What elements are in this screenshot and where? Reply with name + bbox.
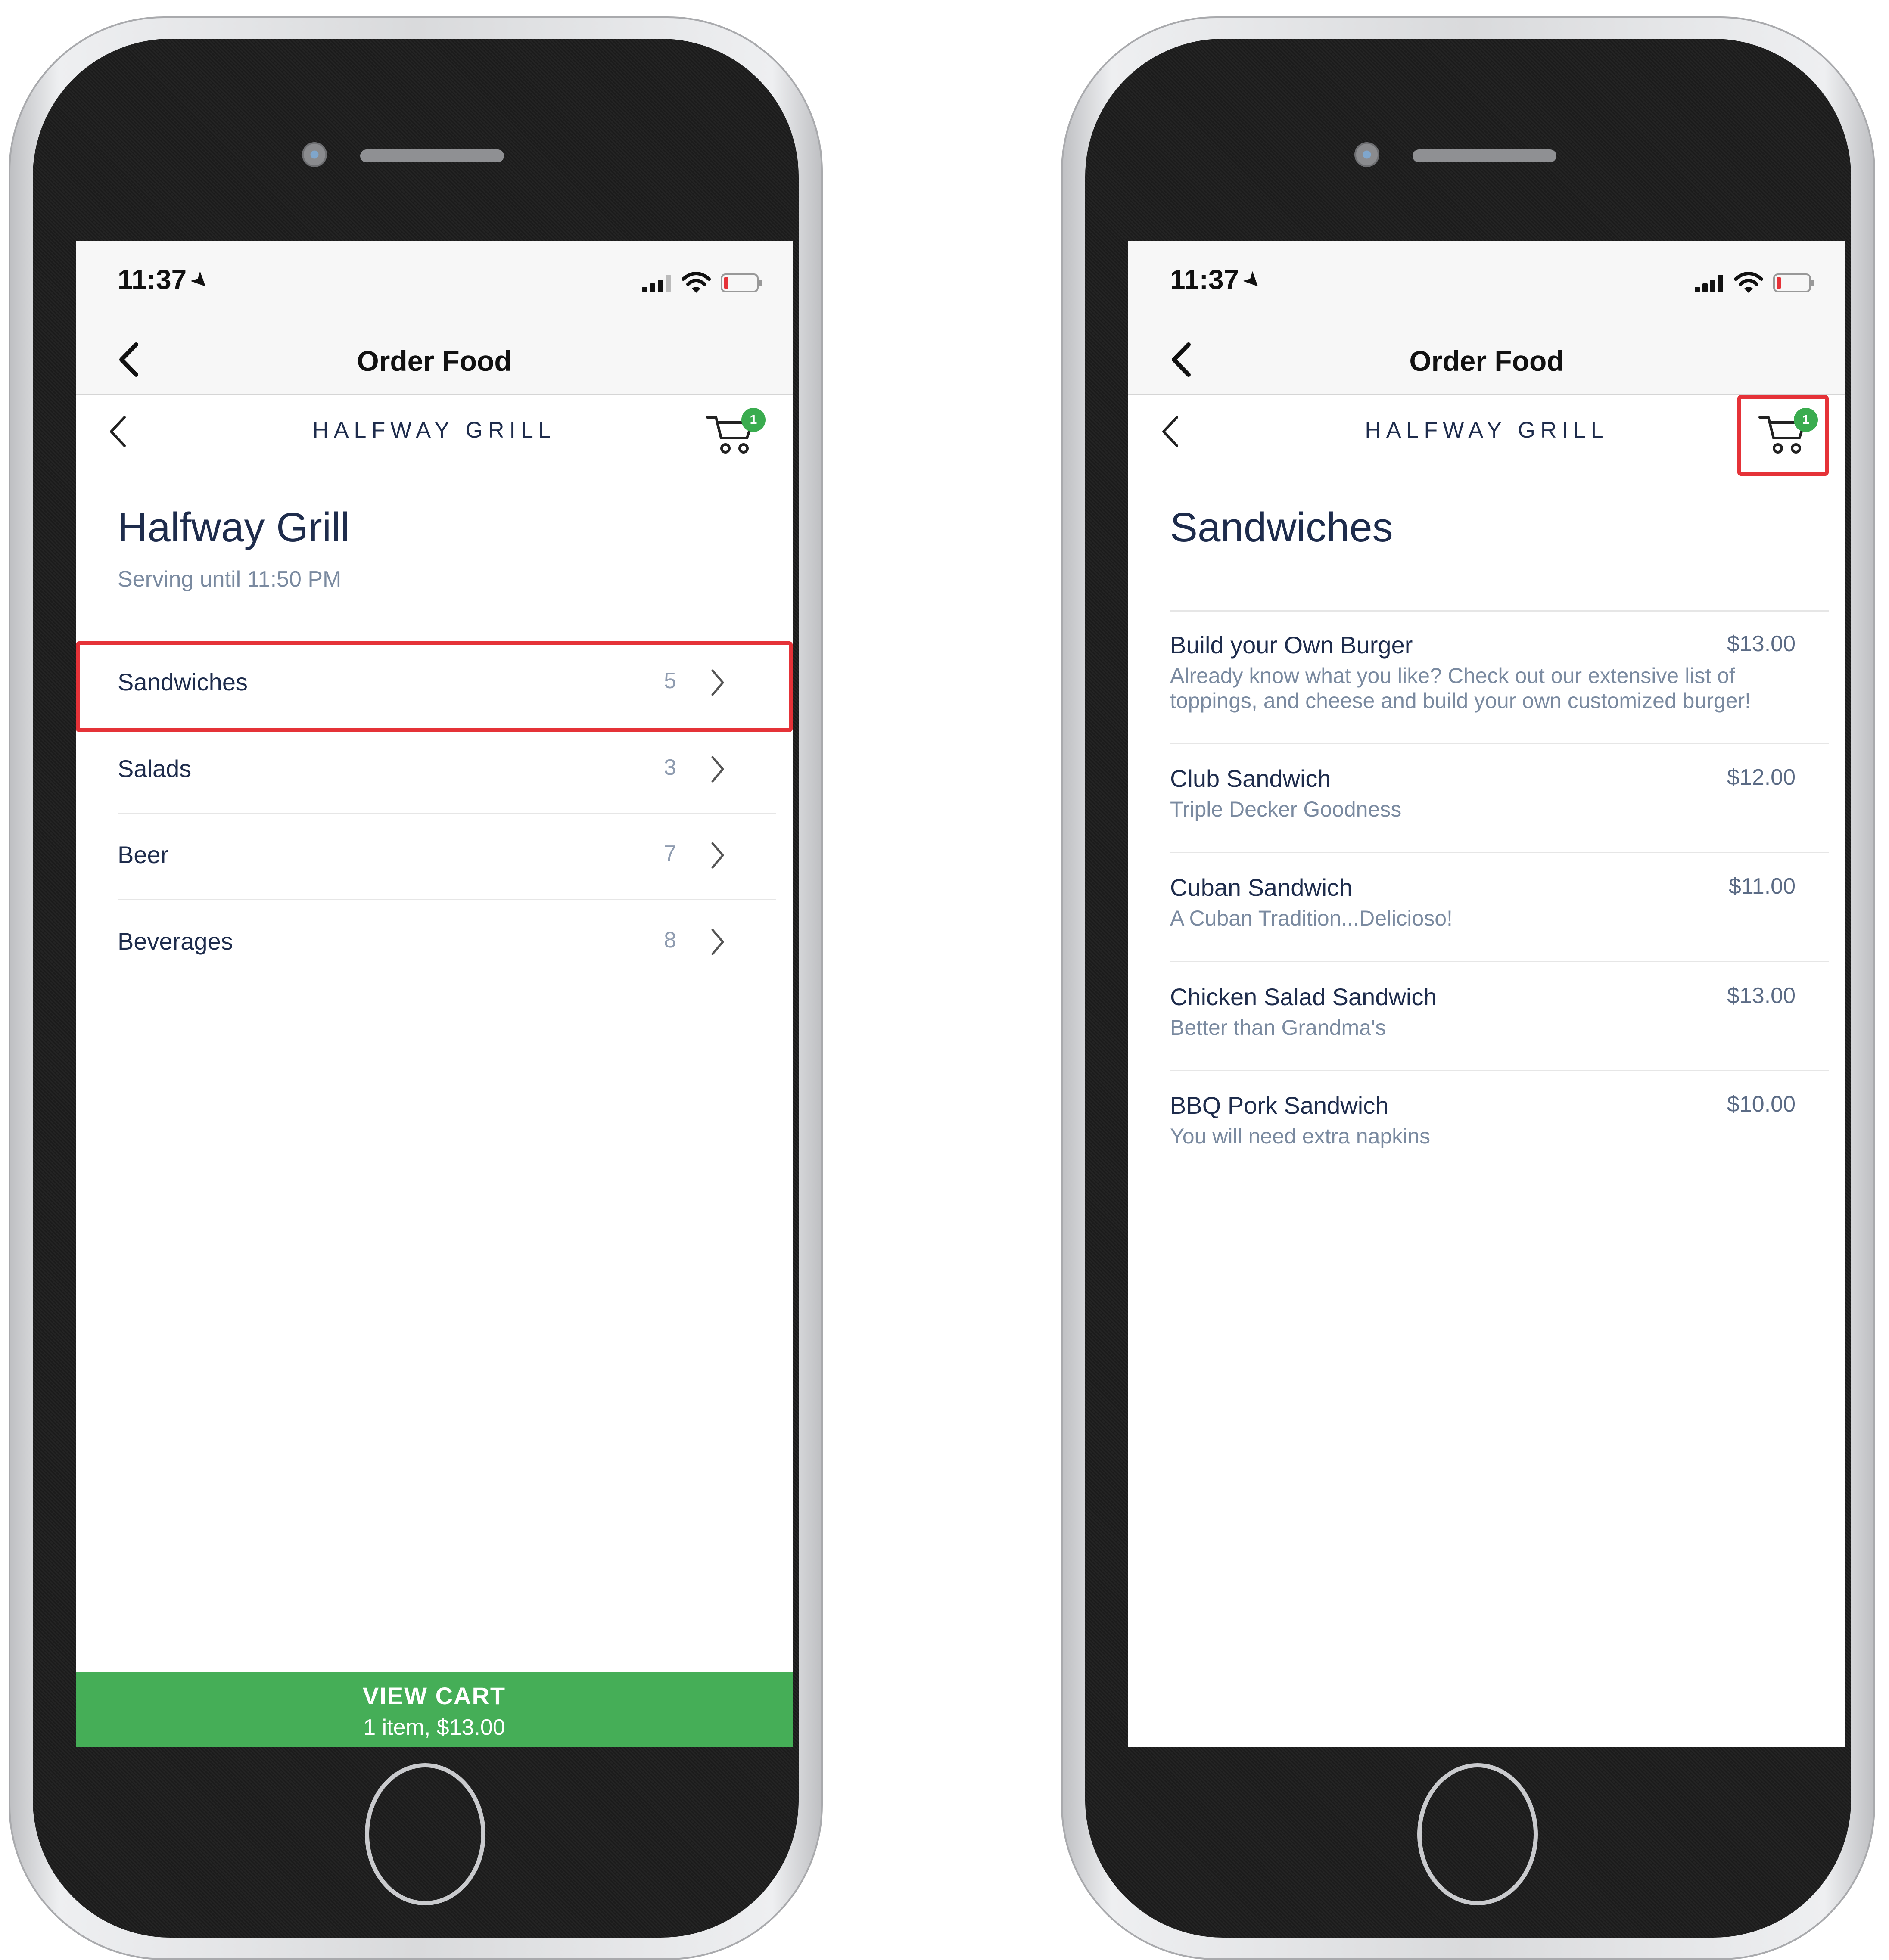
- right-phone-frame: 11:37 ➤ Order Food HALFWAY GRILL 1 Sandw…: [1061, 16, 1875, 1960]
- item-name: Club Sandwich: [1170, 765, 1331, 792]
- item-description: Triple Decker Goodness: [1170, 797, 1402, 821]
- home-button[interactable]: [1417, 1763, 1538, 1905]
- view-cart-label: VIEW CART: [362, 1682, 506, 1709]
- left-phone-frame: 11:37 ➤ Order Food HALFWAY GRILL 1 Halfw…: [9, 16, 823, 1960]
- category-label: Salads: [118, 755, 192, 782]
- view-cart-button[interactable]: VIEW CART 1 item, $13.00: [76, 1672, 793, 1747]
- earpiece-speaker: [1413, 149, 1556, 162]
- venue-hours: Serving until 11:50 PM: [118, 567, 342, 592]
- category-count: 8: [664, 928, 676, 953]
- status-time: 11:37: [118, 264, 187, 295]
- item-price: $13.00: [1727, 631, 1796, 656]
- battery-icon: [721, 273, 762, 292]
- row-divider: [118, 899, 776, 900]
- item-name: Chicken Salad Sandwich: [1170, 983, 1437, 1010]
- highlight-cart-icon: [1737, 395, 1829, 476]
- view-cart-summary: 1 item, $13.00: [363, 1715, 505, 1740]
- item-description: You will need extra napkins: [1170, 1124, 1431, 1148]
- status-bar: 11:37 ➤: [1128, 241, 1845, 323]
- venue-title: Halfway Grill: [118, 504, 350, 550]
- nav-title: Order Food: [1409, 345, 1564, 377]
- item-description: Already know what you like? Check out ou…: [1170, 664, 1751, 713]
- highlight-sandwiches-row: [76, 641, 793, 732]
- status-time: 11:37: [1170, 264, 1239, 295]
- venue-header: HALFWAY GRILL 1: [76, 395, 793, 468]
- section-title: Sandwiches: [1170, 504, 1393, 550]
- wifi-icon: [1734, 272, 1763, 293]
- item-price: $13.00: [1727, 983, 1796, 1008]
- venue-header: HALFWAY GRILL 1: [1128, 395, 1845, 476]
- item-name: BBQ Pork Sandwich: [1170, 1092, 1389, 1119]
- location-arrow-icon: ➤: [185, 265, 215, 295]
- location-arrow-icon: ➤: [1238, 265, 1268, 295]
- category-row-salads[interactable]: Salads 3: [76, 728, 793, 814]
- category-count: 3: [664, 755, 676, 780]
- item-description: Better than Grandma's: [1170, 1016, 1386, 1040]
- item-price: $12.00: [1727, 765, 1796, 790]
- row-divider: [1170, 1070, 1829, 1071]
- row-divider: [1170, 961, 1829, 962]
- row-divider: [1170, 852, 1829, 853]
- cart-count-badge: 1: [741, 408, 766, 432]
- item-name: Cuban Sandwich: [1170, 874, 1353, 901]
- item-description: A Cuban Tradition...Delicioso!: [1170, 906, 1453, 930]
- chevron-right-icon: [711, 756, 724, 783]
- status-bar: 11:37 ➤: [76, 241, 793, 323]
- item-price: $11.00: [1728, 874, 1796, 899]
- left-screen: 11:37 ➤ Order Food HALFWAY GRILL 1 Halfw…: [76, 241, 793, 1747]
- front-camera: [302, 142, 327, 167]
- front-camera: [1354, 142, 1379, 167]
- item-price: $10.00: [1727, 1092, 1796, 1117]
- category-count: 7: [664, 841, 676, 866]
- cellular-signal-icon: [1695, 275, 1724, 292]
- brand-title: HALFWAY GRILL: [312, 418, 556, 443]
- chevron-right-icon: [711, 929, 724, 955]
- row-divider: [1170, 610, 1829, 612]
- battery-icon: [1773, 273, 1814, 292]
- navigation-bar: Order Food: [1128, 323, 1845, 395]
- right-screen: 11:37 ➤ Order Food HALFWAY GRILL 1 Sandw…: [1128, 241, 1845, 1747]
- category-label: Beverages: [118, 928, 233, 955]
- item-name: Build your Own Burger: [1170, 631, 1413, 659]
- category-row-beverages[interactable]: Beverages 8: [76, 901, 793, 987]
- nav-title: Order Food: [357, 345, 512, 377]
- chevron-right-icon: [711, 842, 724, 869]
- home-button[interactable]: [365, 1763, 485, 1905]
- navigation-bar: Order Food: [76, 323, 793, 395]
- phone-bezel: 11:37 ➤ O: [1085, 39, 1851, 1938]
- category-label: Beer: [118, 841, 169, 868]
- row-divider: [1170, 743, 1829, 744]
- wifi-icon: [682, 272, 711, 293]
- cellular-signal-icon: [642, 275, 672, 292]
- earpiece-speaker: [360, 149, 504, 162]
- phone-bezel: 11:37 ➤ O: [33, 39, 799, 1938]
- category-row-beer[interactable]: Beer 7: [76, 814, 793, 900]
